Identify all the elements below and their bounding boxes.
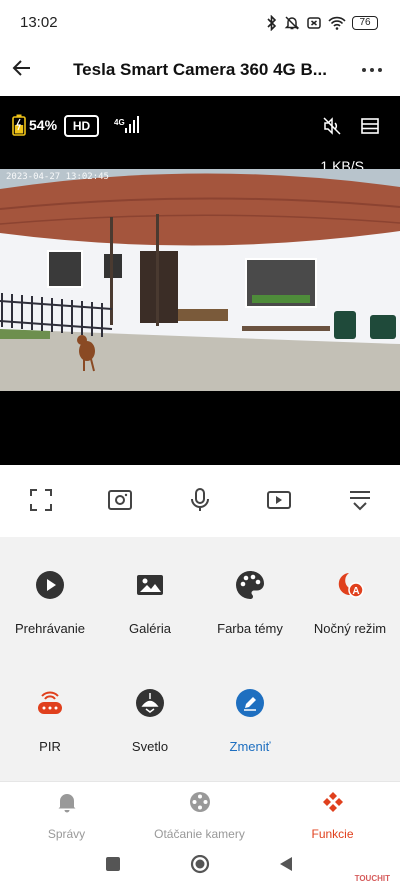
layout-icon[interactable] [360, 116, 380, 136]
microphone-icon[interactable] [187, 487, 213, 513]
status-bar: 13:02 76 [0, 0, 400, 44]
quality-button[interactable]: HD [64, 115, 99, 137]
speaker-muted-icon[interactable] [322, 116, 342, 136]
function-label: Nočný režim [313, 621, 387, 636]
bell-off-icon [284, 16, 300, 30]
battery-charging-icon [12, 114, 26, 136]
pir-sensor-icon [38, 691, 62, 714]
function-gallery[interactable]: Galéria [100, 570, 200, 636]
collapse-icon[interactable] [347, 487, 373, 513]
video-overlay-bar: 54% HD 4G [0, 96, 400, 156]
functions-panel: Prehrávanie Galéria Farba témy A Nočný r… [0, 537, 400, 781]
function-label: Farba témy [217, 621, 283, 636]
system-nav-bar: TOUCHIT [0, 844, 400, 889]
functions-icon [322, 792, 343, 812]
home-icon[interactable] [189, 855, 211, 877]
wifi-icon [328, 16, 346, 30]
nav-item-functions[interactable]: Funkcie [266, 791, 399, 841]
signal-4g-icon: 4G [114, 116, 139, 133]
bluetooth-icon [267, 15, 277, 31]
function-edit[interactable]: Zmeniť [200, 688, 300, 754]
app-screen: 13:02 76 Tesla Smart Camera 360 4G B... … [0, 0, 400, 889]
function-label: Svetlo [131, 739, 169, 754]
video-player[interactable]: 54% HD 4G 1 KB/S 2023-04-27 13:02:45 [0, 96, 400, 465]
camera-feed-image: 2023-04-27 13:02:45 [0, 169, 400, 391]
palette-icon [236, 571, 264, 599]
edit-icon [236, 689, 264, 717]
camera-rotate-icon [189, 792, 210, 812]
fullscreen-icon[interactable] [28, 487, 54, 513]
record-icon[interactable] [266, 487, 292, 513]
arrow-left-icon[interactable] [10, 56, 34, 80]
nav-item-camera-rotate[interactable]: Otáčanie kamery [133, 791, 266, 841]
status-time: 13:02 [20, 14, 58, 31]
play-icon [36, 571, 64, 599]
function-label: Prehrávanie [14, 621, 86, 636]
function-light[interactable]: Svetlo [100, 688, 200, 754]
function-theme-color[interactable]: Farba témy [200, 570, 300, 636]
function-label: Galéria [129, 621, 171, 636]
function-label: Zmeniť [229, 739, 271, 754]
function-night-mode[interactable]: A Nočný režim [300, 570, 400, 636]
function-pir[interactable]: PIR [0, 688, 100, 754]
nav-item-messages[interactable]: Správy [0, 791, 133, 841]
bottom-nav: Správy Otáčanie kamery Funkcie [0, 781, 400, 844]
nav-label: Funkcie [311, 827, 354, 841]
recents-icon[interactable] [104, 855, 122, 873]
function-label: PIR [39, 739, 61, 754]
status-icons: 76 [266, 14, 378, 32]
sim-off-icon [307, 17, 321, 29]
svg-text:4G: 4G [114, 118, 125, 127]
bell-icon [58, 794, 75, 813]
page-title: Tesla Smart Camera 360 4G B... [73, 60, 327, 79]
svg-text:A: A [352, 586, 359, 597]
player-controls [0, 465, 400, 537]
light-icon [136, 689, 164, 717]
nav-label: Otáčanie kamery [154, 827, 245, 841]
nav-label: Správy [47, 827, 86, 841]
battery-icon: 76 [352, 16, 378, 30]
gallery-icon [137, 575, 163, 595]
camera-battery-percent: 54% [29, 117, 58, 133]
function-playback[interactable]: Prehrávanie [0, 570, 100, 636]
camera-battery: 54% [12, 114, 57, 136]
back-triangle-icon[interactable] [277, 855, 295, 873]
watermark-logo: TOUCHIT [354, 874, 390, 883]
more-horizontal-icon[interactable] [360, 58, 384, 82]
night-mode-icon: A [338, 573, 364, 598]
screenshot-icon[interactable] [107, 487, 133, 513]
header: Tesla Smart Camera 360 4G B... [0, 44, 400, 96]
video-timestamp: 2023-04-27 13:02:45 [6, 172, 109, 182]
